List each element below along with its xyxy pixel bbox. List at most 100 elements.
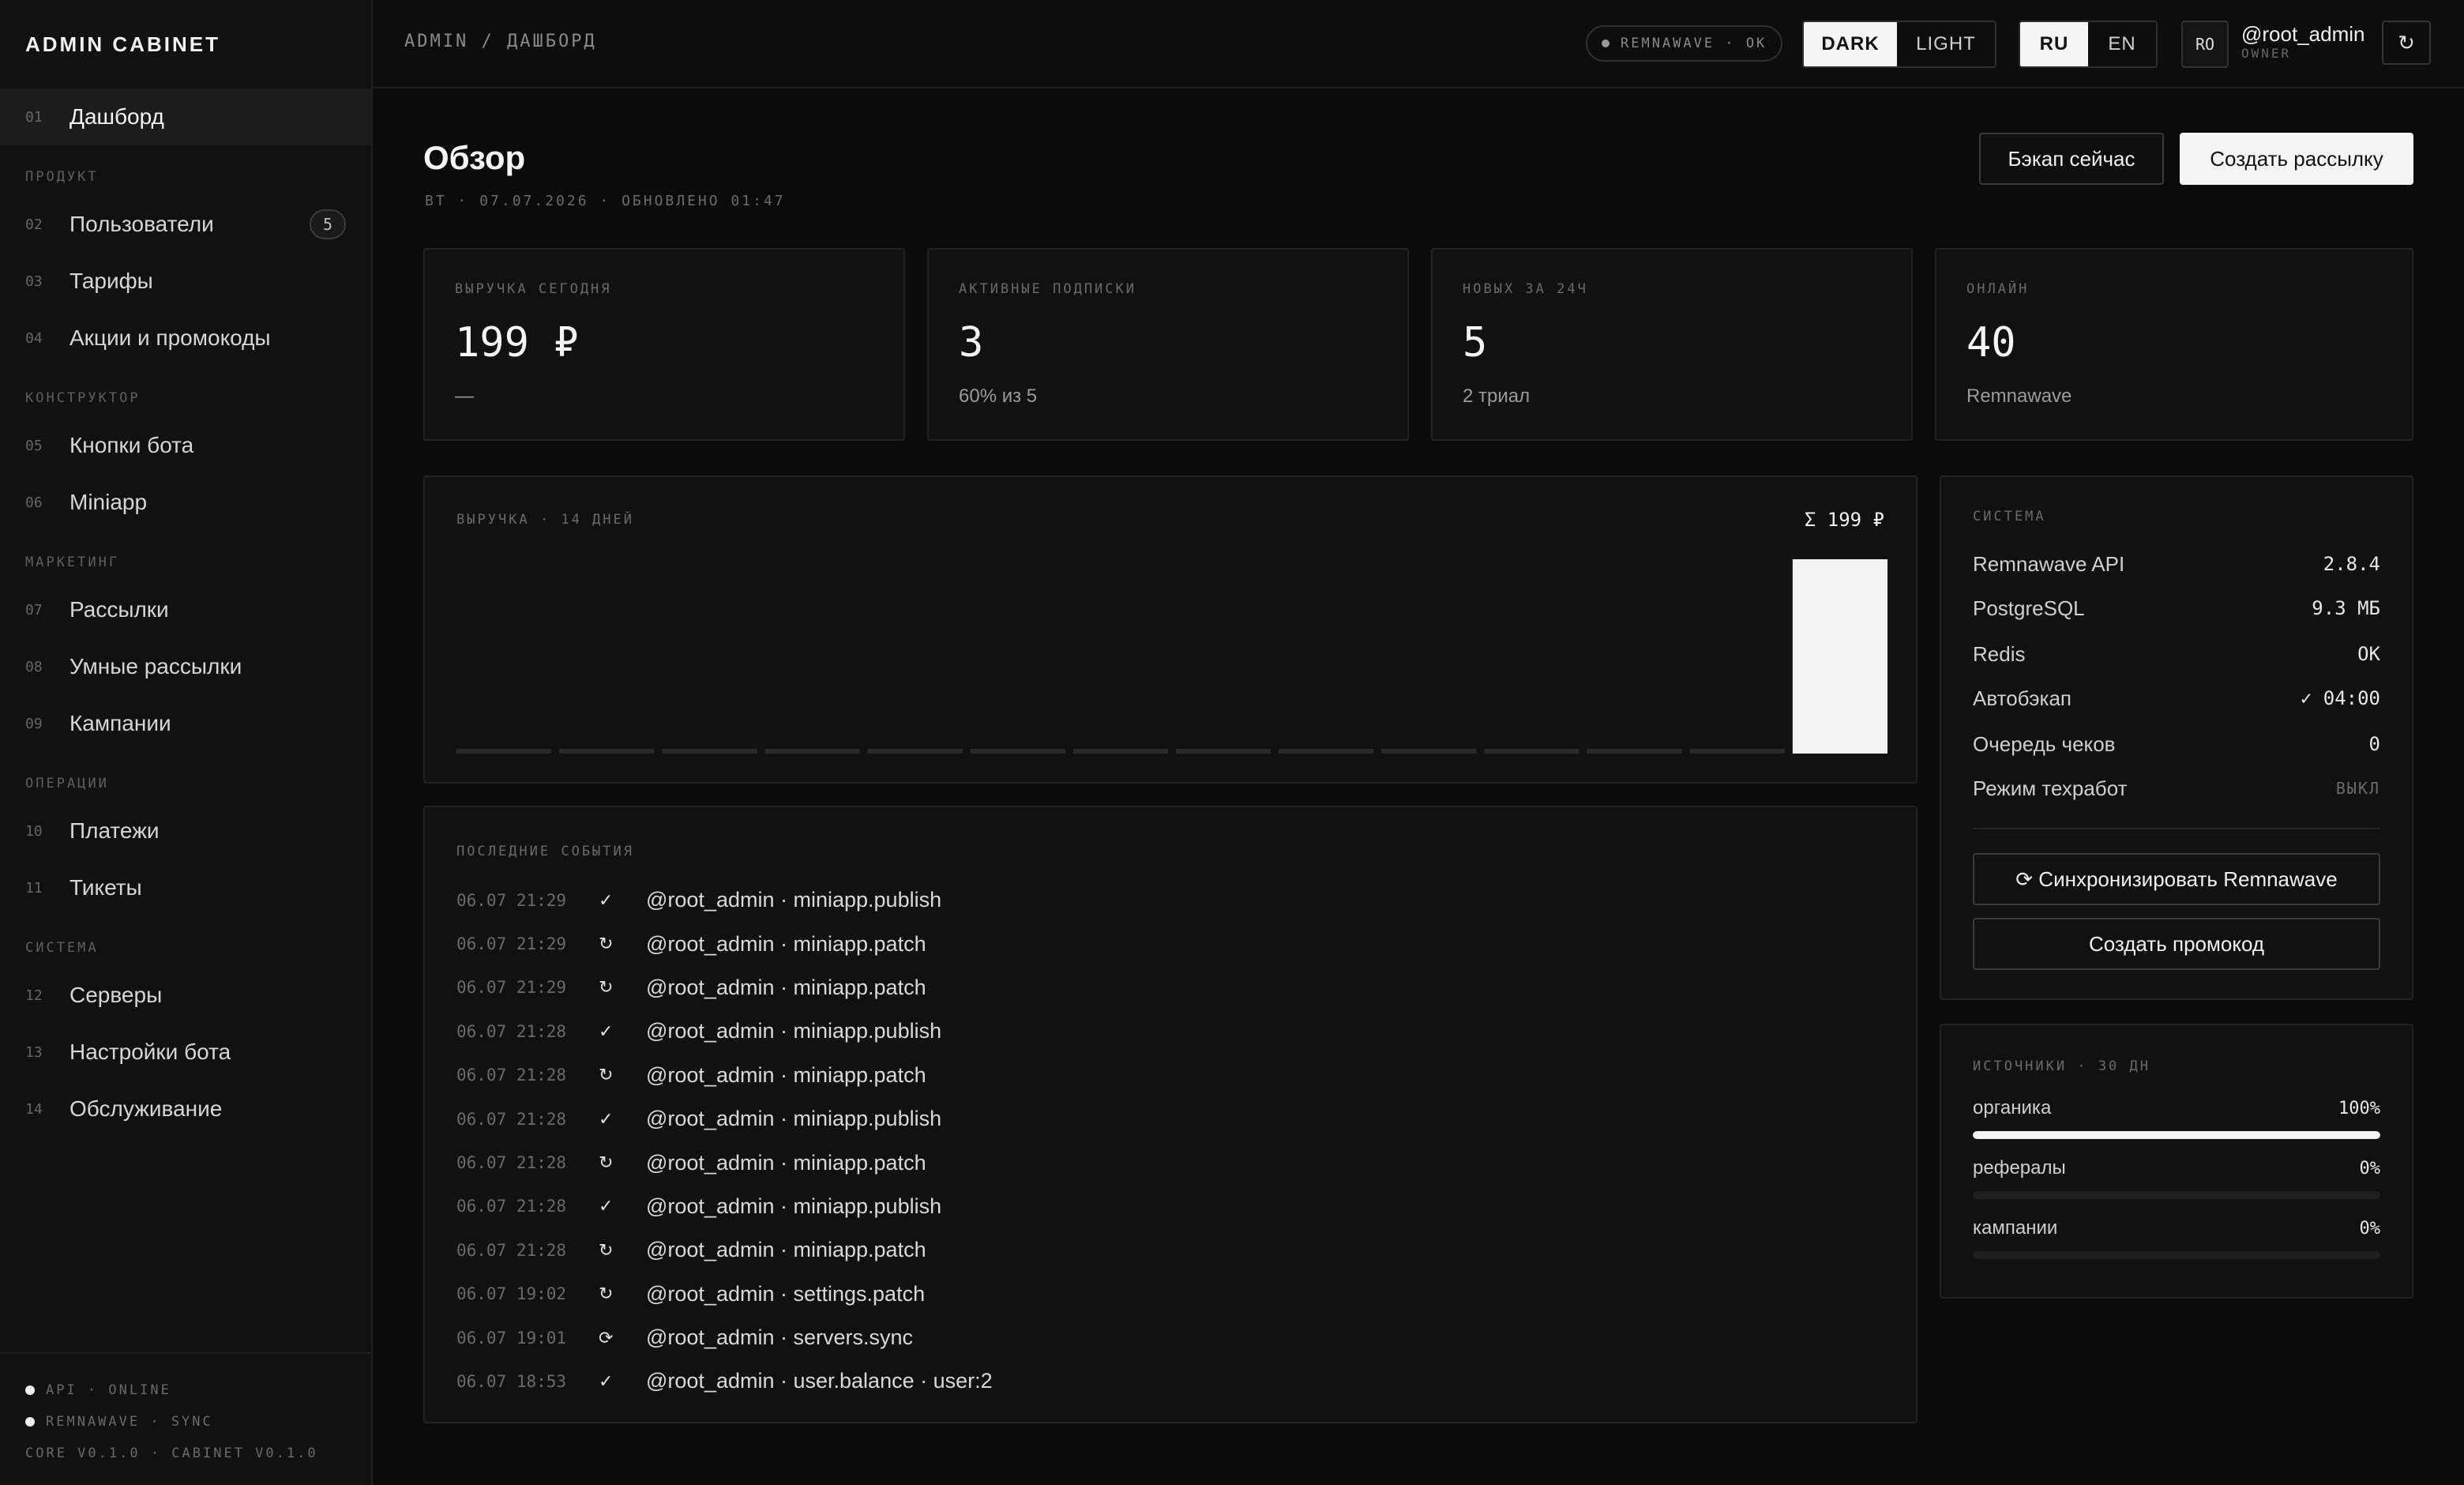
recent-events-title: ПОСЛЕДНИЕ СОБЫТИЯ — [456, 844, 634, 859]
refresh-icon: ↻ — [599, 1065, 614, 1085]
kpi-label: НОВЫХ ЗА 24Ч — [1463, 281, 1588, 297]
system-key: Автобэкап — [1973, 686, 2072, 710]
nav-label: Акции и промокоды — [69, 325, 271, 350]
kpi-subtext: 60% из 5 — [959, 385, 1038, 407]
event-time: 06.07 19:01 — [456, 1328, 567, 1348]
source-percent: 0% — [2359, 1218, 2381, 1239]
event-row: 06.07 21:28 ↻ @root_admin · miniapp.patch — [456, 1228, 1884, 1272]
system-value: 2.8.4 — [2323, 553, 2380, 575]
event-row: 06.07 18:53 ✓ @root_admin · user.balance ·… — [456, 1359, 1884, 1403]
event-row: 06.07 21:29 ↻ @root_admin · miniapp.patch — [456, 922, 1884, 965]
backup-now-button[interactable]: Бэкап сейчас — [1979, 133, 2164, 185]
refresh-button[interactable]: ↻ — [2382, 21, 2431, 65]
system-row-remnawave-api: Remnawave API 2.8.4 — [1973, 542, 2380, 586]
nav-number: 03 — [25, 273, 43, 290]
user-name: @root_admin — [2241, 22, 2365, 46]
nav-label: Настройки бота — [69, 1040, 231, 1064]
kpi-subtext: Remnawave — [1966, 385, 2072, 407]
nav-label: Дашборд — [69, 104, 164, 129]
sidebar-nav: 01 Дашборд ПРОДУКТ 02 Пользователи 5 03 … — [0, 88, 371, 1137]
system-key: PostgreSQL — [1973, 596, 2085, 620]
nav-label: Кнопки бота — [69, 433, 194, 457]
check-icon: ✓ — [599, 1196, 614, 1216]
source-progress-track — [1973, 1251, 2380, 1259]
status-dot-icon — [25, 1385, 35, 1395]
sidebar-item-tickets[interactable]: 11 Тикеты — [0, 859, 371, 916]
breadcrumb: ADMIN / ДАШБОРД — [404, 32, 597, 51]
refresh-icon: ↻ — [599, 934, 614, 954]
event-text: @root_admin · miniapp.publish — [646, 888, 942, 912]
event-row: 06.07 21:28 ✓ @root_admin · miniapp.publis… — [456, 1097, 1884, 1141]
revenue-bar — [1279, 749, 1374, 754]
sidebar-item-maintenance[interactable]: 14 Обслуживание — [0, 1081, 371, 1137]
sidebar-item-users[interactable]: 02 Пользователи 5 — [0, 196, 371, 253]
revenue-bar — [970, 749, 1065, 754]
event-time: 06.07 18:53 — [456, 1371, 567, 1391]
nav-number: 01 — [25, 108, 43, 126]
revenue-bar — [1587, 749, 1682, 754]
theme-switch: DARK LIGHT — [1802, 21, 1996, 68]
refresh-icon: ↻ — [599, 1239, 614, 1260]
kpi-online: ОНЛАЙН 40 Remnawave — [1935, 248, 2413, 441]
check-icon: ✓ — [599, 889, 614, 910]
sidebar-item-miniapp[interactable]: 06 Miniapp — [0, 474, 371, 531]
sidebar-item-payments[interactable]: 10 Платежи — [0, 803, 371, 859]
event-text: @root_admin · miniapp.patch — [646, 975, 926, 999]
avatar[interactable]: RO — [2181, 21, 2229, 68]
revenue-bar — [662, 749, 757, 754]
main-content: Обзор ВТ · 07.07.2026 · ОБНОВЛЕНО 01:47 … — [373, 88, 2464, 1485]
api-status-text: API · ONLINE — [46, 1382, 171, 1398]
kpi-subtext: 2 триал — [1463, 385, 1531, 407]
sidebar-item-dashboard[interactable]: 01 Дашборд — [0, 88, 371, 145]
system-key: Remnawave API — [1973, 551, 2125, 576]
theme-dark-button[interactable]: DARK — [1804, 22, 1897, 66]
revenue-bar — [867, 749, 963, 754]
nav-label: Обслуживание — [69, 1096, 223, 1121]
sidebar-item-smart-broadcasts[interactable]: 08 Умные рассылки — [0, 638, 371, 695]
sidebar-item-bot-buttons[interactable]: 05 Кнопки бота — [0, 417, 371, 474]
source-name: органика — [1973, 1097, 2052, 1118]
sidebar-item-tariffs[interactable]: 03 Тарифы — [0, 253, 371, 310]
sidebar-item-servers[interactable]: 12 Серверы — [0, 967, 371, 1024]
sidebar-item-bot-settings[interactable]: 13 Настройки бота — [0, 1024, 371, 1081]
kpi-subtext: — — [455, 385, 474, 407]
event-text: @root_admin · user.balance · user:2 — [646, 1369, 993, 1393]
system-title: СИСТЕМА — [1973, 509, 2046, 524]
theme-light-button[interactable]: LIGHT — [1897, 22, 1995, 66]
lang-en-button[interactable]: EN — [2088, 22, 2156, 66]
create-promocode-button[interactable]: Создать промокод — [1973, 918, 2380, 970]
nav-number: 11 — [25, 879, 43, 897]
revenue-bar — [456, 749, 552, 754]
kpi-value: 3 — [959, 319, 984, 367]
event-time: 06.07 19:02 — [456, 1284, 567, 1304]
event-time: 06.07 21:28 — [456, 1109, 567, 1129]
nav-section-operations: ОПЕРАЦИИ — [25, 776, 109, 791]
nav-label: Серверы — [69, 983, 163, 1007]
sync-remnawave-button[interactable]: ⟳ Синхронизировать Remnawave — [1973, 853, 2380, 905]
sidebar-item-campaigns[interactable]: 09 Кампании — [0, 695, 371, 752]
nav-section-product: ПРОДУКТ — [25, 169, 99, 185]
sidebar-item-broadcasts[interactable]: 07 Рассылки — [0, 581, 371, 638]
event-row: 06.07 21:28 ✓ @root_admin · miniapp.publis… — [456, 1185, 1884, 1228]
create-broadcast-button[interactable]: Создать рассылку — [2180, 133, 2413, 185]
kpi-revenue-today: ВЫРУЧКА СЕГОДНЯ 199 ₽ — — [423, 248, 905, 441]
event-time: 06.07 21:28 — [456, 1197, 567, 1216]
system-row-autobackup: Автобэкап ✓ 04:00 — [1973, 676, 2380, 720]
event-text: @root_admin · servers.sync — [646, 1325, 914, 1350]
kpi-active-subscriptions: АКТИВНЫЕ ПОДПИСКИ 3 60% из 5 — [927, 248, 1409, 441]
users-count-badge: 5 — [310, 209, 346, 239]
status-dot-icon — [25, 1417, 35, 1427]
kpi-label: АКТИВНЫЕ ПОДПИСКИ — [959, 281, 1136, 297]
kpi-label: ОНЛАЙН — [1966, 281, 2030, 297]
kpi-new-24h: НОВЫХ ЗА 24Ч 5 2 триал — [1431, 248, 1913, 441]
version-info: CORE V0.1.0 · CABINET V0.1.0 — [25, 1446, 318, 1461]
system-row-receipts-queue: Очередь чеков 0 — [1973, 722, 2380, 766]
lang-ru-button[interactable]: RU — [2020, 22, 2088, 66]
event-text: @root_admin · miniapp.publish — [646, 1019, 942, 1043]
event-row: 06.07 21:28 ↻ @root_admin · miniapp.patch — [456, 1054, 1884, 1097]
nav-number: 06 — [25, 494, 43, 511]
event-time: 06.07 21:29 — [456, 890, 567, 910]
nav-label: Платежи — [69, 818, 160, 843]
nav-label: Кампании — [69, 711, 171, 735]
sidebar-item-promos[interactable]: 04 Акции и промокоды — [0, 310, 371, 367]
